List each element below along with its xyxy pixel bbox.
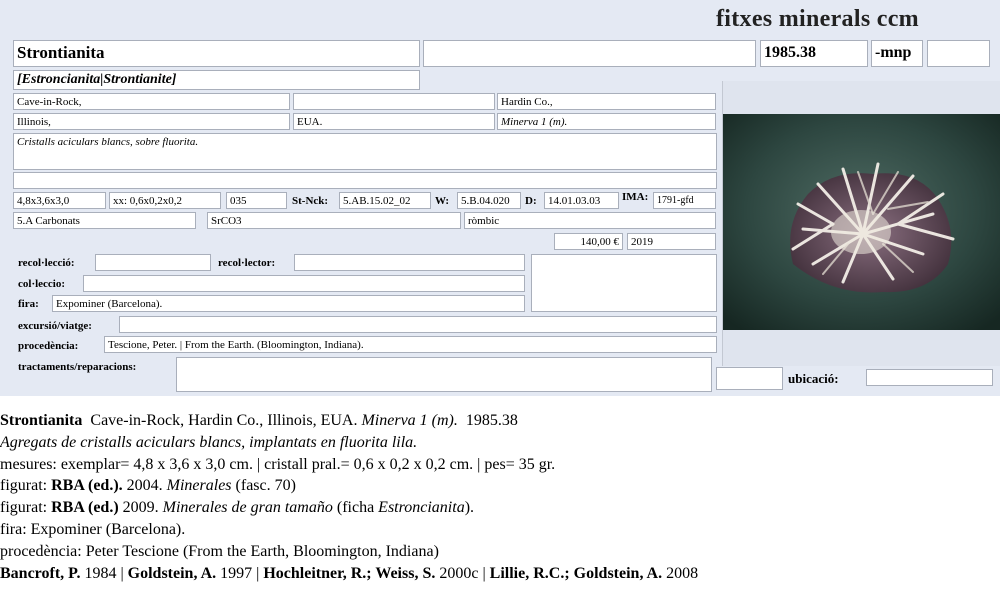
ima-label: IMA: (622, 191, 649, 203)
locality-extra-field[interactable] (293, 93, 495, 110)
collector-label: recol·lector: (218, 257, 276, 269)
country-field[interactable]: EUA. (293, 113, 495, 130)
ima-field[interactable]: 1791-gfd (653, 192, 716, 209)
origin-label: procedència: (18, 340, 79, 352)
fair-label: fira: (18, 298, 39, 310)
location-label: ubicació: (788, 371, 839, 386)
state-field[interactable]: Illinois, (13, 113, 290, 130)
notes-box[interactable] (531, 254, 717, 312)
price-field[interactable]: 140,00 € (554, 233, 623, 250)
treatments-field[interactable] (176, 357, 712, 392)
excursion-field[interactable] (119, 316, 717, 333)
location-extra-field[interactable] (716, 367, 783, 390)
ref-year-2: 1997 | (216, 564, 264, 582)
description-field[interactable]: Cristalls aciculars blancs, sobre fluori… (13, 133, 717, 170)
page-title: fitxes minerals ccm (716, 6, 919, 32)
mineral-name-field[interactable]: Strontianita (13, 40, 420, 67)
caption-line-1: Strontianita Cave-in-Rock, Hardin Co., I… (0, 410, 1000, 432)
crystal-system-field[interactable]: ròmbic (464, 212, 716, 229)
ref-year-3: 2000c | (435, 564, 490, 582)
county-field[interactable]: Hardin Co., (497, 93, 716, 110)
caption-figurat-1-year: 2004. (122, 477, 167, 495)
caption-locality: Cave-in-Rock, Hardin Co., Illinois, EUA. (90, 412, 358, 429)
mine-field[interactable]: Minerva 1 (m). (497, 113, 716, 130)
caption-figurat-1-title: Minerales (166, 477, 232, 495)
specimen-photo (723, 114, 1000, 330)
caption-figurat-2-title: Minerales de gran tamaño (162, 499, 333, 517)
collection-label: recol·lecció: (18, 257, 75, 269)
caption-description: Agregats de cristalls aciculars blancs, … (0, 433, 418, 451)
excursion-label: excursió/viatge: (18, 320, 92, 332)
caption-figurat-1-prefix: figurat: (0, 477, 52, 495)
mineral-card-form: fitxes minerals ccm Strontianita 1985.38… (0, 0, 1000, 396)
ref-author-4: Lillie, R.C.; Goldstein, A. (489, 564, 663, 582)
caption-figurat-2-prefix: figurat: (0, 499, 52, 517)
caption-figurat-1: figurat: RBA (ed.). 2004. Minerales (fas… (0, 475, 1000, 497)
caption-figurat-2: figurat: RBA (ed.) 2009. Minerales de gr… (0, 497, 1000, 519)
formula-field[interactable]: SrCO3 (207, 212, 461, 229)
suffix-extra-field[interactable] (927, 40, 990, 67)
caption-mineral-name: Strontianita (0, 412, 83, 429)
caption-fair: fira: Expominer (Barcelona). (0, 520, 186, 538)
treatments-label: tractaments/reparacions: (18, 361, 137, 373)
w-field[interactable]: 5.B.04.020 (457, 192, 521, 209)
caption-references: Bancroft, P. 1984 | Goldstein, A. 1997 |… (0, 563, 1000, 585)
ref-year-1: 1984 | (80, 564, 128, 582)
ref-author-3: Hochleitner, R.; Weiss, S. (263, 564, 436, 582)
caption-figurat-1-publisher: RBA (ed.). (51, 477, 123, 495)
locality-field[interactable]: Cave-in-Rock, (13, 93, 290, 110)
caption-measurements: mesures: exemplar= 4,8 x 3,6 x 3,0 cm. |… (0, 455, 556, 473)
coleccio-label: col·leccio: (18, 278, 66, 290)
description-extra-field[interactable] (13, 172, 717, 189)
caption-figurat-1-note: (fasc. 70) (231, 477, 296, 495)
caption-origin: procedència: Peter Tescione (From the Ea… (0, 542, 439, 560)
collector-field[interactable] (294, 254, 525, 271)
synonyms-field[interactable]: [Estroncianita|Strontianite] (13, 70, 420, 90)
caption-mine: Minerva 1 (m). (361, 412, 458, 429)
caption-figurat-2-ficha: Estroncianita (378, 499, 465, 517)
ref-year-4: 2008 (662, 564, 699, 582)
name-extra-field[interactable] (423, 40, 756, 67)
caption-block: Strontianita Cave-in-Rock, Hardin Co., I… (0, 410, 1000, 584)
strunz-label: St-Nck: (292, 195, 329, 207)
caption-figurat-2-year: 2009. (118, 499, 163, 517)
caption-figurat-2-end: ). (464, 499, 475, 517)
origin-field[interactable]: Tescione, Peter. | From the Earth. (Bloo… (104, 336, 717, 353)
fair-field[interactable]: Expominer (Barcelona). (52, 295, 525, 312)
suffix-field[interactable]: -mnp (871, 40, 923, 67)
coleccio-field[interactable] (83, 275, 525, 292)
w-label: W: (435, 195, 450, 207)
weight-field[interactable]: 035 (226, 192, 287, 209)
d-field[interactable]: 14.01.03.03 (544, 192, 619, 209)
caption-catalog-number: 1985.38 (465, 412, 518, 429)
collection-field[interactable] (95, 254, 211, 271)
location-field[interactable] (866, 369, 993, 386)
caption-line-2: Agregats de cristalls aciculars blancs, … (0, 432, 1000, 454)
strunz-field[interactable]: 5.AB.15.02_02 (339, 192, 431, 209)
ref-author-2: Goldstein, A. (127, 564, 217, 582)
d-label: D: (525, 195, 537, 207)
class-field[interactable]: 5.A Carbonats (13, 212, 196, 229)
specimen-size-field[interactable]: 4,8x3,6x3,0 (13, 192, 106, 209)
year-field[interactable]: 2019 (627, 233, 716, 250)
catalog-number-field[interactable]: 1985.38 (760, 40, 868, 67)
caption-figurat-2-note: (ficha (332, 499, 379, 517)
ref-author-1: Bancroft, P. (0, 564, 81, 582)
crystal-size-field[interactable]: xx: 0,6x0,2x0,2 (109, 192, 221, 209)
caption-figurat-2-publisher: RBA (ed.) (51, 499, 119, 517)
